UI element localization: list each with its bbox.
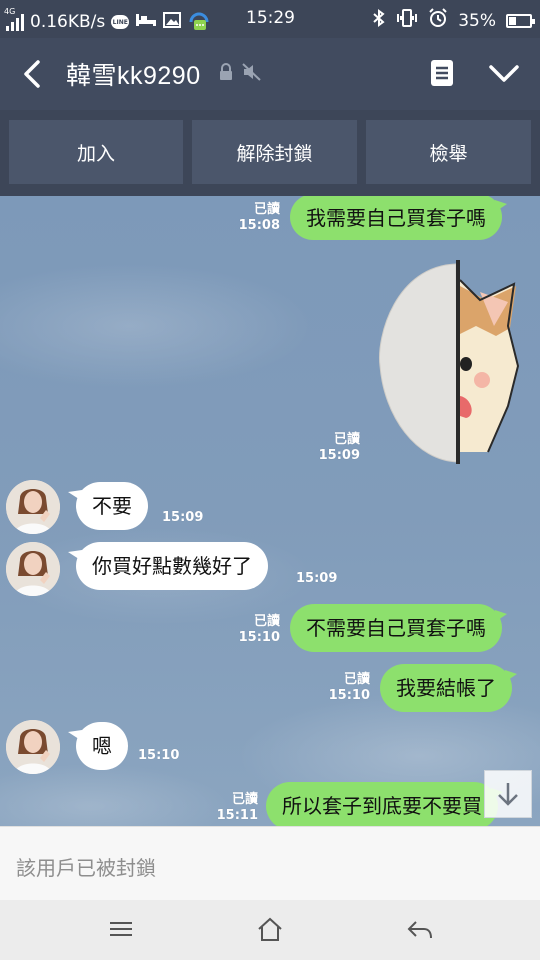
lock-icon — [218, 63, 234, 85]
message-time: 15:10 — [238, 630, 280, 645]
menu-toggle-button[interactable] — [488, 62, 520, 90]
back-button[interactable] — [18, 58, 48, 90]
mute-icon — [242, 63, 262, 85]
chat-title: 韓雪kk9290 — [66, 62, 201, 90]
image-icon — [163, 12, 182, 32]
menu-button[interactable] — [108, 916, 134, 946]
message-bubble-sent[interactable]: 我需要自己買套子嗎 — [290, 196, 507, 240]
message-bubble-received[interactable]: 嗯 — [68, 722, 128, 770]
back-arrow-icon — [407, 921, 432, 939]
message-time: 15:09 — [318, 448, 360, 463]
report-button[interactable]: 檢舉 — [366, 120, 531, 184]
system-nav-bar — [0, 900, 540, 960]
back-nav-button[interactable] — [406, 916, 434, 946]
notes-button[interactable] — [430, 59, 454, 91]
message-time: 15:09 — [162, 510, 204, 525]
message-meta: 已讀 15:08 — [234, 202, 280, 234]
network-type: 4G — [4, 7, 16, 16]
arrow-down-icon — [498, 783, 518, 806]
read-receipt: 已讀 — [253, 202, 280, 217]
avatar[interactable] — [6, 480, 60, 534]
assistant-icon — [187, 8, 211, 36]
vibrate-icon — [396, 9, 418, 32]
message-time: 15:08 — [238, 218, 280, 233]
alarm-icon — [428, 8, 448, 33]
menu-icon — [110, 922, 132, 936]
status-right: 35% — [372, 8, 535, 33]
line-notification-icon: LINE — [111, 15, 130, 29]
unblock-button[interactable]: 解除封鎖 — [192, 120, 357, 184]
status-left: 4G 0.16KB/s LINE — [4, 7, 211, 36]
dog-peeking-sticker[interactable] — [376, 256, 526, 466]
bluetooth-icon — [372, 9, 386, 32]
read-receipt: 已讀 — [231, 792, 258, 807]
chevron-left-icon — [24, 60, 40, 88]
message-meta: 已讀 15:10 — [324, 672, 370, 704]
message-time: 15:11 — [216, 808, 258, 823]
chat-area[interactable]: 已讀 15:08 我需要自己買套子嗎 已讀 15:09 不要 15:09 你買好… — [0, 196, 540, 826]
chevron-down-icon — [489, 65, 519, 82]
read-receipt: 已讀 — [253, 614, 280, 629]
chat-header: 韓雪kk9290 — [0, 38, 540, 110]
message-bubble-sent[interactable]: 不需要自己買套子嗎 — [290, 604, 507, 652]
message-bubble-sent[interactable]: 所以套子到底要不要買 — [266, 782, 503, 826]
home-button[interactable] — [256, 916, 284, 946]
message-bubble-received[interactable]: 你買好點數幾好了 — [68, 542, 268, 590]
blocked-notice: 該用戶已被封鎖 — [0, 826, 540, 900]
status-bar: 4G 0.16KB/s LINE 15:29 35% — [0, 0, 540, 38]
notes-icon — [431, 60, 453, 86]
message-time: 15:10 — [328, 688, 370, 703]
message-time: 15:09 — [296, 571, 338, 586]
avatar[interactable] — [6, 720, 60, 774]
message-meta: 已讀 15:10 — [234, 614, 280, 646]
blocked-actions-bar: 加入 解除封鎖 檢舉 — [0, 110, 540, 196]
status-clock: 15:29 — [246, 8, 295, 28]
message-meta: 已讀 15:11 — [212, 792, 258, 824]
read-receipt: 已讀 — [333, 432, 360, 447]
scroll-to-bottom-button[interactable] — [484, 770, 532, 818]
message-meta: 已讀 15:09 — [316, 432, 360, 464]
read-receipt: 已讀 — [343, 672, 370, 687]
add-friend-button[interactable]: 加入 — [9, 120, 183, 184]
signal-icon: 4G — [4, 7, 24, 31]
message-bubble-received[interactable]: 不要 — [68, 482, 148, 530]
battery-icon — [506, 13, 535, 28]
message-time: 15:10 — [138, 748, 180, 763]
message-bubble-sent[interactable]: 我要結帳了 — [380, 664, 517, 712]
network-speed: 0.16KB/s — [30, 12, 106, 32]
home-icon — [258, 917, 282, 941]
bed-icon — [135, 12, 157, 32]
avatar[interactable] — [6, 542, 60, 596]
battery-percent: 35% — [458, 10, 496, 31]
